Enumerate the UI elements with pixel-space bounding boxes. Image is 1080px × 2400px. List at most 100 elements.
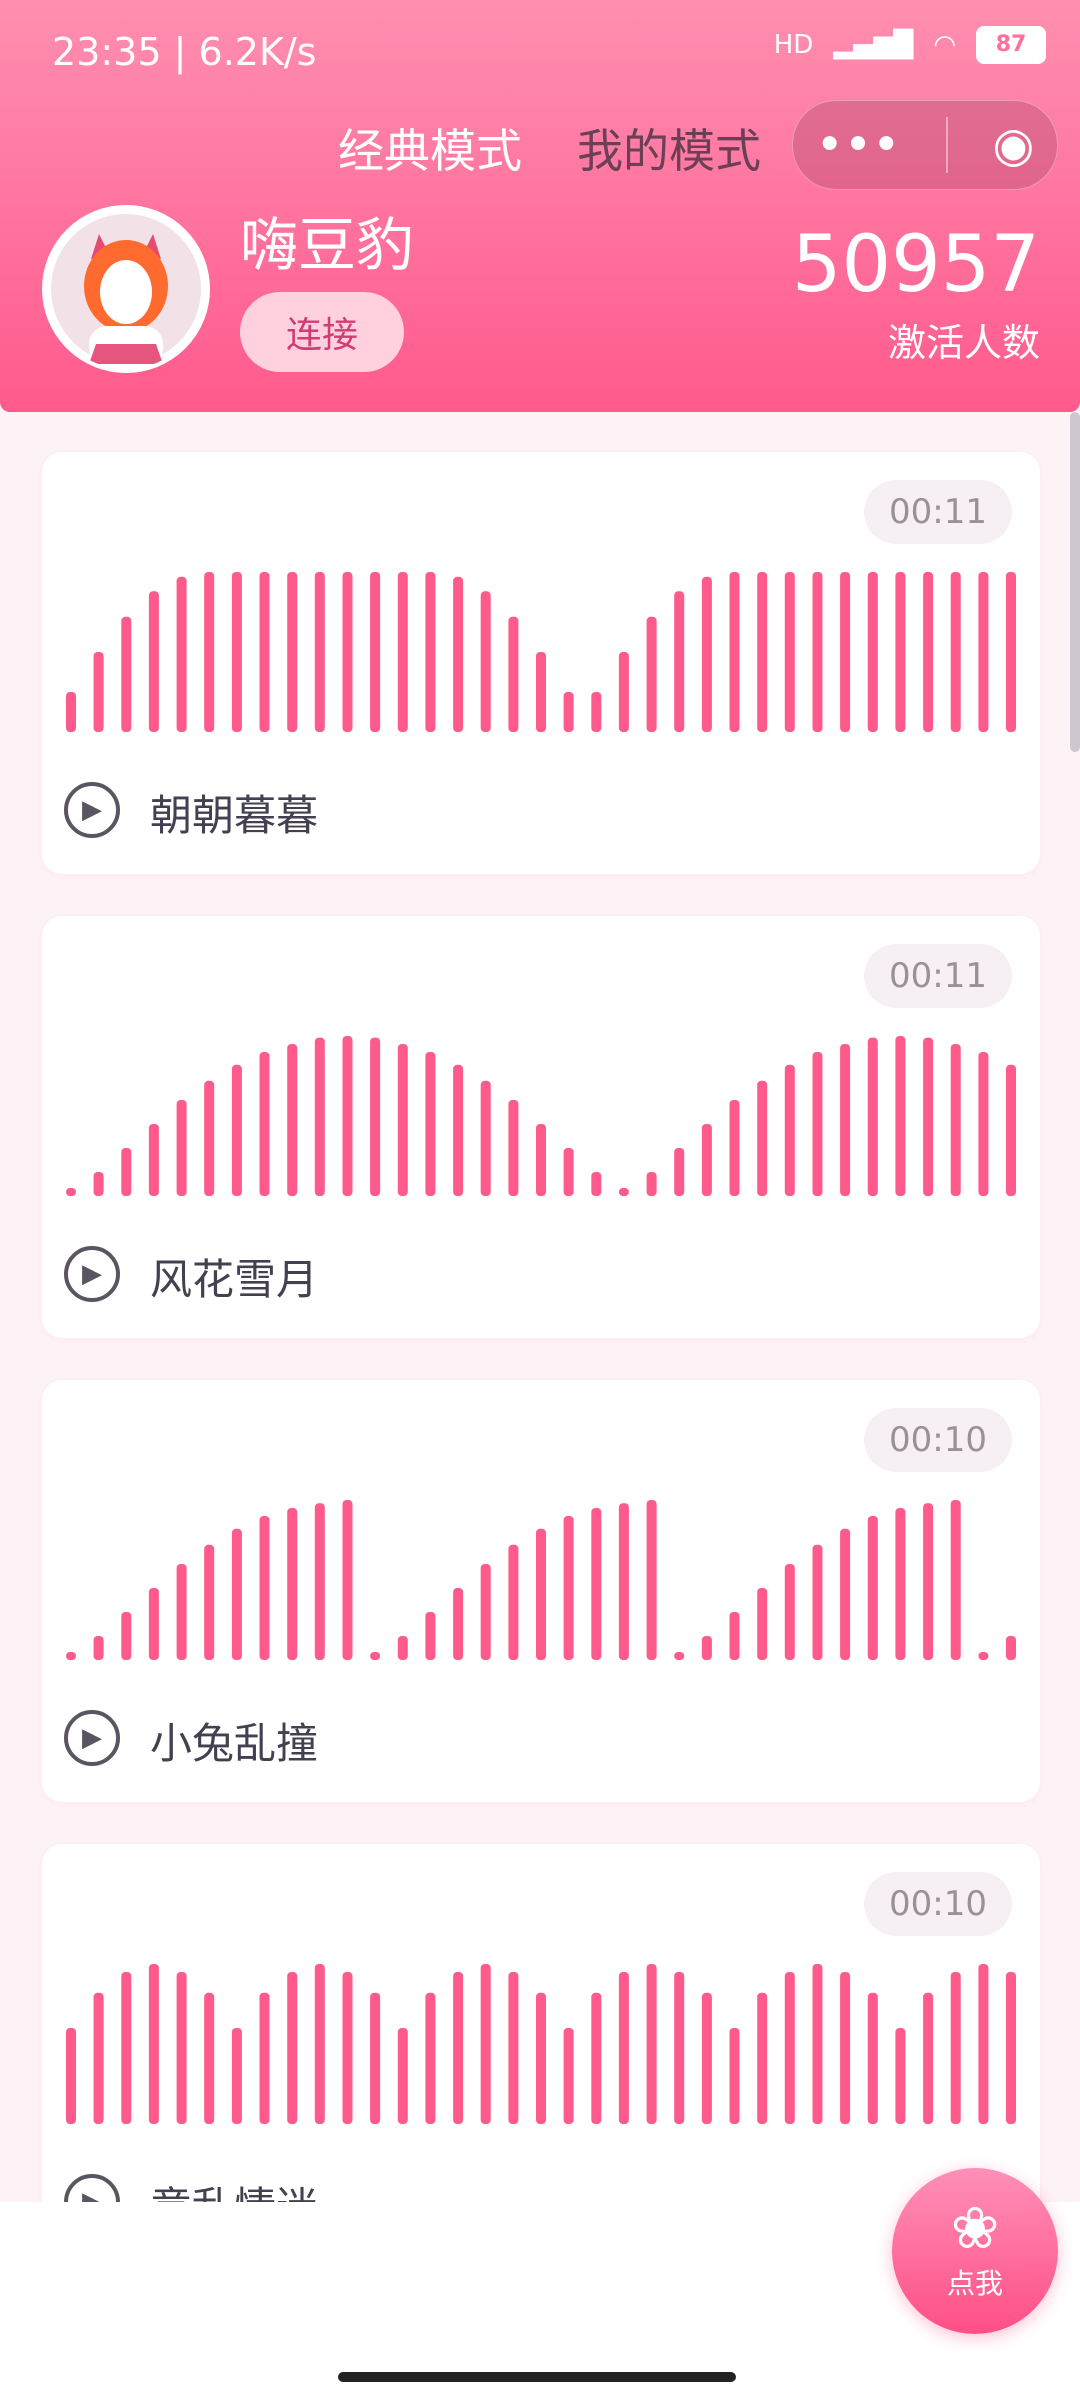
avatar-illustration — [51, 214, 201, 364]
wave-bar — [618, 652, 629, 732]
wave-bar — [646, 1500, 657, 1660]
home-indicator[interactable] — [338, 2372, 736, 2382]
wave-bar — [867, 1516, 878, 1660]
tab-classic-mode[interactable]: 经典模式 — [338, 115, 522, 181]
wave-bar — [1006, 1064, 1016, 1196]
user-name: 嗨豆豹 — [240, 211, 415, 279]
wave-bar — [176, 1564, 187, 1660]
tab-my-mode[interactable]: 我的模式 — [577, 115, 761, 181]
tap-me-button[interactable]: ❀ 点我 — [892, 2168, 1058, 2334]
wave-bar — [978, 1652, 989, 1660]
wave-bar — [867, 1992, 878, 2124]
wave-bar — [1006, 1972, 1016, 2124]
duration-badge: 00:11 — [864, 944, 1012, 1008]
wave-bar — [425, 1052, 436, 1196]
wave-bar — [93, 1992, 104, 2124]
wave-bar — [480, 1964, 491, 2124]
wave-bar — [729, 572, 740, 732]
close-target-icon[interactable]: ◉ — [993, 117, 1035, 173]
wave-bar — [840, 1528, 851, 1660]
wave-bar — [591, 1172, 602, 1196]
connect-button[interactable]: 连接 — [240, 292, 404, 372]
wave-bar — [701, 1124, 712, 1196]
wave-bar — [397, 572, 408, 732]
battery-icon: 87 — [976, 26, 1046, 64]
wave-bar — [397, 1044, 408, 1196]
wave-bar — [591, 692, 602, 732]
play-icon[interactable]: ▶ — [64, 1710, 120, 1766]
avatar[interactable] — [42, 205, 210, 373]
wave-bar — [895, 2028, 906, 2124]
waveform — [66, 1964, 1016, 2124]
wave-bar — [536, 652, 546, 732]
play-icon[interactable]: ▶ — [64, 1246, 120, 1302]
wave-bar — [591, 1508, 602, 1660]
wave-bar — [148, 1588, 159, 1660]
wave-bar — [812, 1964, 823, 2124]
wave-bar — [701, 1636, 712, 1660]
more-icon[interactable]: ••• — [816, 117, 901, 173]
wave-bar — [93, 652, 104, 732]
header: 23:35 | 6.2K/s HD ▂▄▆█ ◠ 87 经典模式 我的模式 ••… — [0, 0, 1080, 412]
wave-bar — [342, 1972, 353, 2124]
pattern-card[interactable]: 00:11 ▶ 朝朝暮暮 — [42, 452, 1040, 874]
wave-bar — [840, 1044, 851, 1196]
activation-count: 50957 — [791, 220, 1040, 310]
wave-bar — [66, 692, 76, 732]
wave-bar — [342, 572, 353, 732]
wave-bar — [674, 1652, 685, 1660]
wave-bar — [646, 616, 657, 732]
wave-bar — [950, 572, 961, 732]
wave-bar — [646, 1172, 657, 1196]
wave-bar — [342, 1500, 353, 1660]
hd-badge: HD — [773, 30, 814, 60]
wave-bar — [231, 1528, 242, 1660]
wave-bar — [287, 1972, 298, 2124]
wave-bar — [259, 1516, 270, 1660]
wave-bar — [536, 1992, 546, 2124]
wave-bar — [618, 1503, 629, 1660]
wave-bar — [314, 1503, 325, 1660]
pattern-title: 朝朝暮暮 — [150, 791, 319, 840]
rose-icon: ❀ — [950, 2194, 1000, 2262]
wave-bar — [978, 1964, 989, 2124]
wave-bar — [121, 1972, 132, 2124]
scrollbar[interactable] — [1070, 412, 1080, 752]
wave-bar — [867, 1037, 878, 1196]
wave-bar — [812, 572, 823, 732]
wave-bar — [231, 572, 242, 732]
wave-bar — [453, 1064, 464, 1196]
duration-badge: 00:10 — [864, 1872, 1012, 1936]
wave-bar — [148, 1124, 159, 1196]
wave-bar — [591, 1992, 602, 2124]
wave-bar — [204, 1992, 215, 2124]
pattern-title: 小兔乱撞 — [150, 1719, 319, 1768]
status-icons: HD ▂▄▆█ ◠ 87 — [774, 26, 1046, 64]
status-time: 23:35 — [52, 30, 162, 74]
play-icon[interactable]: ▶ — [64, 782, 120, 838]
wave-bar — [148, 591, 159, 732]
mini-program-capsule: ••• ◉ — [792, 100, 1058, 190]
wave-bar — [978, 1052, 989, 1196]
wave-bar — [425, 572, 436, 732]
pattern-card[interactable]: 00:11 ▶ 风花雪月 — [42, 916, 1040, 1338]
wave-bar — [812, 1544, 823, 1660]
tap-me-label: 点我 — [946, 2267, 1003, 2300]
wave-bar — [425, 1612, 436, 1660]
wave-bar — [176, 576, 187, 732]
waveform — [66, 1036, 1016, 1196]
wave-bar — [784, 572, 795, 732]
wave-bar — [425, 1992, 436, 2124]
pattern-title: 风花雪月 — [150, 1255, 319, 1304]
wave-bar — [646, 1964, 657, 2124]
wave-bar — [1006, 1636, 1016, 1660]
wave-bar — [757, 1588, 768, 1660]
wave-bar — [204, 1080, 215, 1196]
wave-bar — [93, 1172, 104, 1196]
pattern-card[interactable]: 00:10 ▶ 小兔乱撞 — [42, 1380, 1040, 1802]
wave-bar — [370, 1652, 381, 1660]
wave-bar — [784, 1972, 795, 2124]
wave-bar — [397, 2028, 408, 2124]
wave-bar — [121, 1612, 132, 1660]
wave-bar — [729, 2028, 740, 2124]
